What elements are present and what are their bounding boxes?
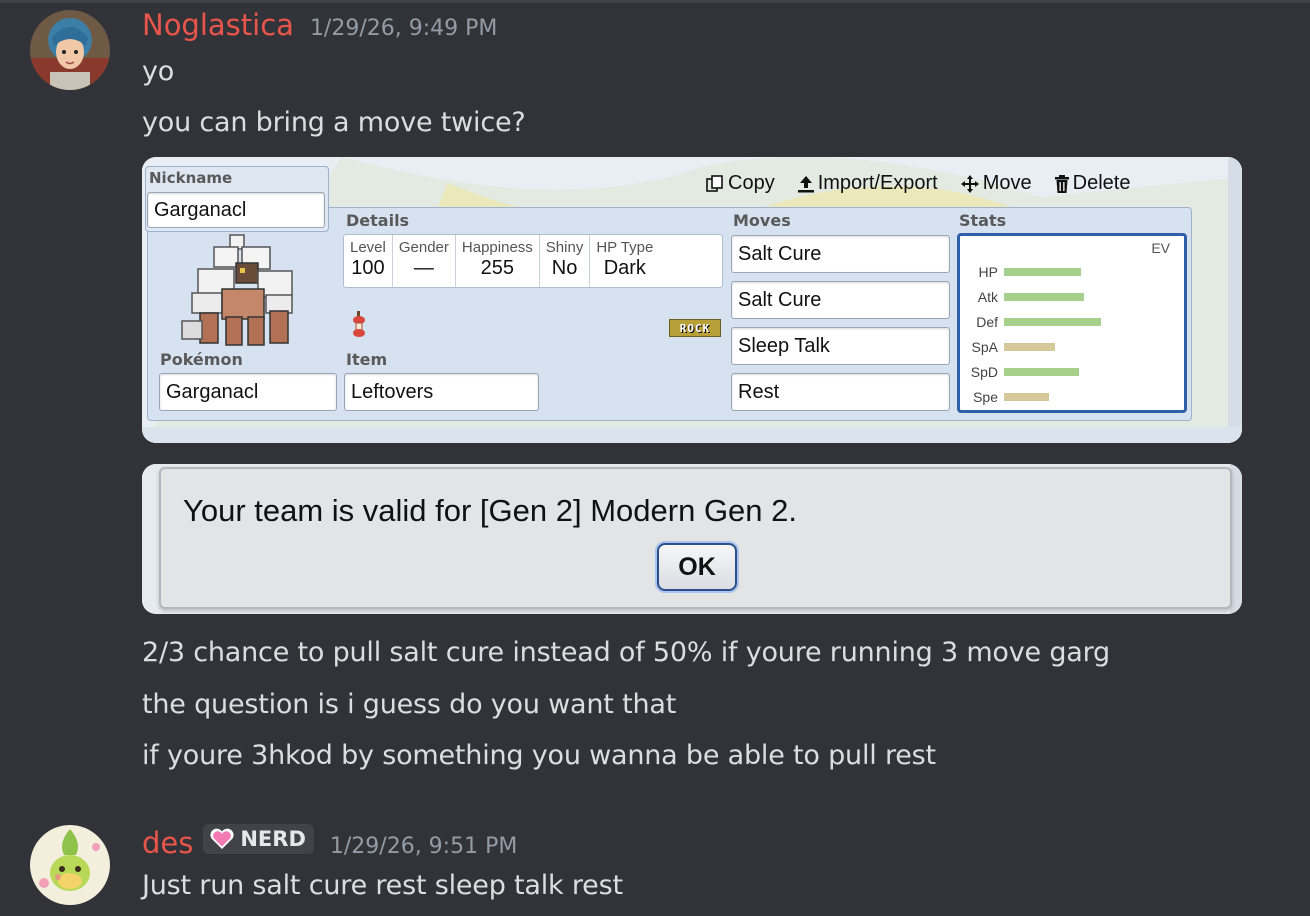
stat-name: Spe	[973, 389, 998, 405]
leftovers-item-icon	[353, 311, 365, 337]
stat-bar	[1004, 368, 1079, 376]
nickname-label: Nickname	[149, 169, 233, 187]
ok-button[interactable]: OK	[657, 543, 737, 591]
stat-name: Def	[976, 314, 998, 330]
stat-name: HP	[978, 264, 998, 280]
details-label: Details	[346, 211, 410, 230]
pokemon-label: Pokémon	[160, 350, 243, 369]
message-text: 2/3 chance to pull salt cure instead of …	[142, 637, 1110, 668]
stat-row-spe: Spe	[960, 387, 1049, 407]
upload-icon	[797, 175, 814, 192]
validation-message: Your team is valid for [Gen 2] Modern Ge…	[183, 493, 798, 528]
username[interactable]: des	[142, 826, 193, 860]
stat-row-spd: SpD	[960, 362, 1079, 382]
username[interactable]: Noglastica	[142, 8, 294, 42]
hptype-cell: HP Type Dark	[590, 235, 659, 287]
copy-button[interactable]: Copy	[705, 172, 775, 195]
nickname-box: Nickname Garganacl	[145, 166, 329, 232]
level-label: Level	[350, 239, 386, 256]
shiny-label: Shiny	[545, 239, 584, 256]
message-text: yo	[142, 56, 175, 87]
heart-icon	[210, 828, 234, 849]
message-text: the question is i guess do you want that	[142, 689, 677, 720]
nickname-input[interactable]: Garganacl	[147, 192, 325, 228]
copy-icon	[706, 174, 723, 192]
stat-bar	[1004, 393, 1049, 401]
item-label: Item	[346, 350, 388, 369]
move-3-input[interactable]: Sleep Talk	[731, 327, 950, 365]
move-2-input[interactable]: Salt Cure	[731, 281, 950, 319]
type-badge-rock: ROCK	[669, 319, 721, 337]
stats-box[interactable]: EV HP Atk Def SpA SpD Spe	[957, 233, 1187, 413]
copy-label: Copy	[728, 172, 775, 194]
channel-divider	[0, 0, 1310, 3]
happiness-value: 255	[480, 257, 515, 279]
timestamp[interactable]: 1/29/26, 9:49 PM	[310, 16, 497, 41]
avatar[interactable]	[30, 825, 110, 905]
avatar[interactable]	[30, 10, 110, 90]
stat-bar	[1004, 293, 1084, 301]
timestamp[interactable]: 1/29/26, 9:51 PM	[330, 834, 517, 859]
validation-dialog: Your team is valid for [Gen 2] Modern Ge…	[159, 467, 1232, 609]
delete-label: Delete	[1072, 172, 1131, 194]
import-export-label: Import/Export	[817, 172, 938, 194]
move-4-input[interactable]: Rest	[731, 373, 950, 411]
delete-button[interactable]: Delete	[1054, 172, 1131, 195]
message-text: Just run salt cure rest sleep talk rest	[142, 870, 623, 901]
import-export-button[interactable]: Import/Export	[797, 172, 938, 195]
stat-bar	[1004, 268, 1081, 276]
role-badge-label: NERD	[240, 827, 306, 851]
ev-label: EV	[1151, 240, 1170, 256]
hptype-label: HP Type	[596, 239, 654, 256]
message-text: you can bring a move twice?	[142, 107, 526, 138]
shiny-cell: Shiny No	[540, 235, 591, 287]
move-label: Move	[982, 172, 1032, 194]
message-header: Noglastica 1/29/26, 9:49 PM	[142, 8, 497, 42]
pokemon-sprite	[181, 234, 293, 346]
level-cell: Level 100	[344, 235, 393, 287]
stat-name: SpD	[970, 364, 998, 380]
stats-label: Stats	[959, 211, 1007, 230]
gender-label: Gender	[398, 239, 449, 256]
stat-bar	[1004, 318, 1101, 326]
set-toolbar: Copy Import/Export Move Delete	[705, 172, 1130, 195]
gender-value: —	[413, 257, 434, 279]
level-value: 100	[351, 257, 385, 279]
stat-row-hp: HP	[960, 262, 1081, 282]
attachment-image-teambuilder[interactable]: Nickname Garganacl Copy Import/Export Mo…	[142, 157, 1242, 443]
happiness-cell: Happiness 255	[456, 235, 540, 287]
moves-label: Moves	[733, 211, 791, 230]
move-1-input[interactable]: Salt Cure	[731, 235, 950, 273]
role-badge[interactable]: NERD	[203, 824, 314, 854]
details-box[interactable]: Level 100 Gender — Happiness 255 Shiny No HP…	[343, 234, 723, 288]
attachment-image-validation[interactable]: Your team is valid for [Gen 2] Modern Ge…	[142, 464, 1242, 614]
pokemon-input[interactable]: Garganacl	[159, 373, 337, 411]
hptype-value: Dark	[603, 257, 646, 279]
trash-icon	[1054, 174, 1069, 193]
item-input[interactable]: Leftovers	[344, 373, 539, 411]
stat-row-def: Def	[960, 312, 1101, 332]
message-header: des NERD 1/29/26, 9:51 PM	[142, 824, 517, 860]
stat-row-spa: SpA	[960, 337, 1055, 357]
stat-name: SpA	[971, 339, 998, 355]
shiny-value: No	[551, 257, 578, 279]
move-arrows-icon	[960, 174, 979, 193]
stat-name: Atk	[977, 289, 998, 305]
move-button[interactable]: Move	[960, 172, 1032, 195]
happiness-label: Happiness	[461, 239, 533, 256]
gender-cell: Gender —	[393, 235, 456, 287]
stat-row-atk: Atk	[960, 287, 1084, 307]
message-text: if youre 3hkod by something you wanna be…	[142, 740, 936, 771]
stat-bar	[1004, 343, 1055, 351]
